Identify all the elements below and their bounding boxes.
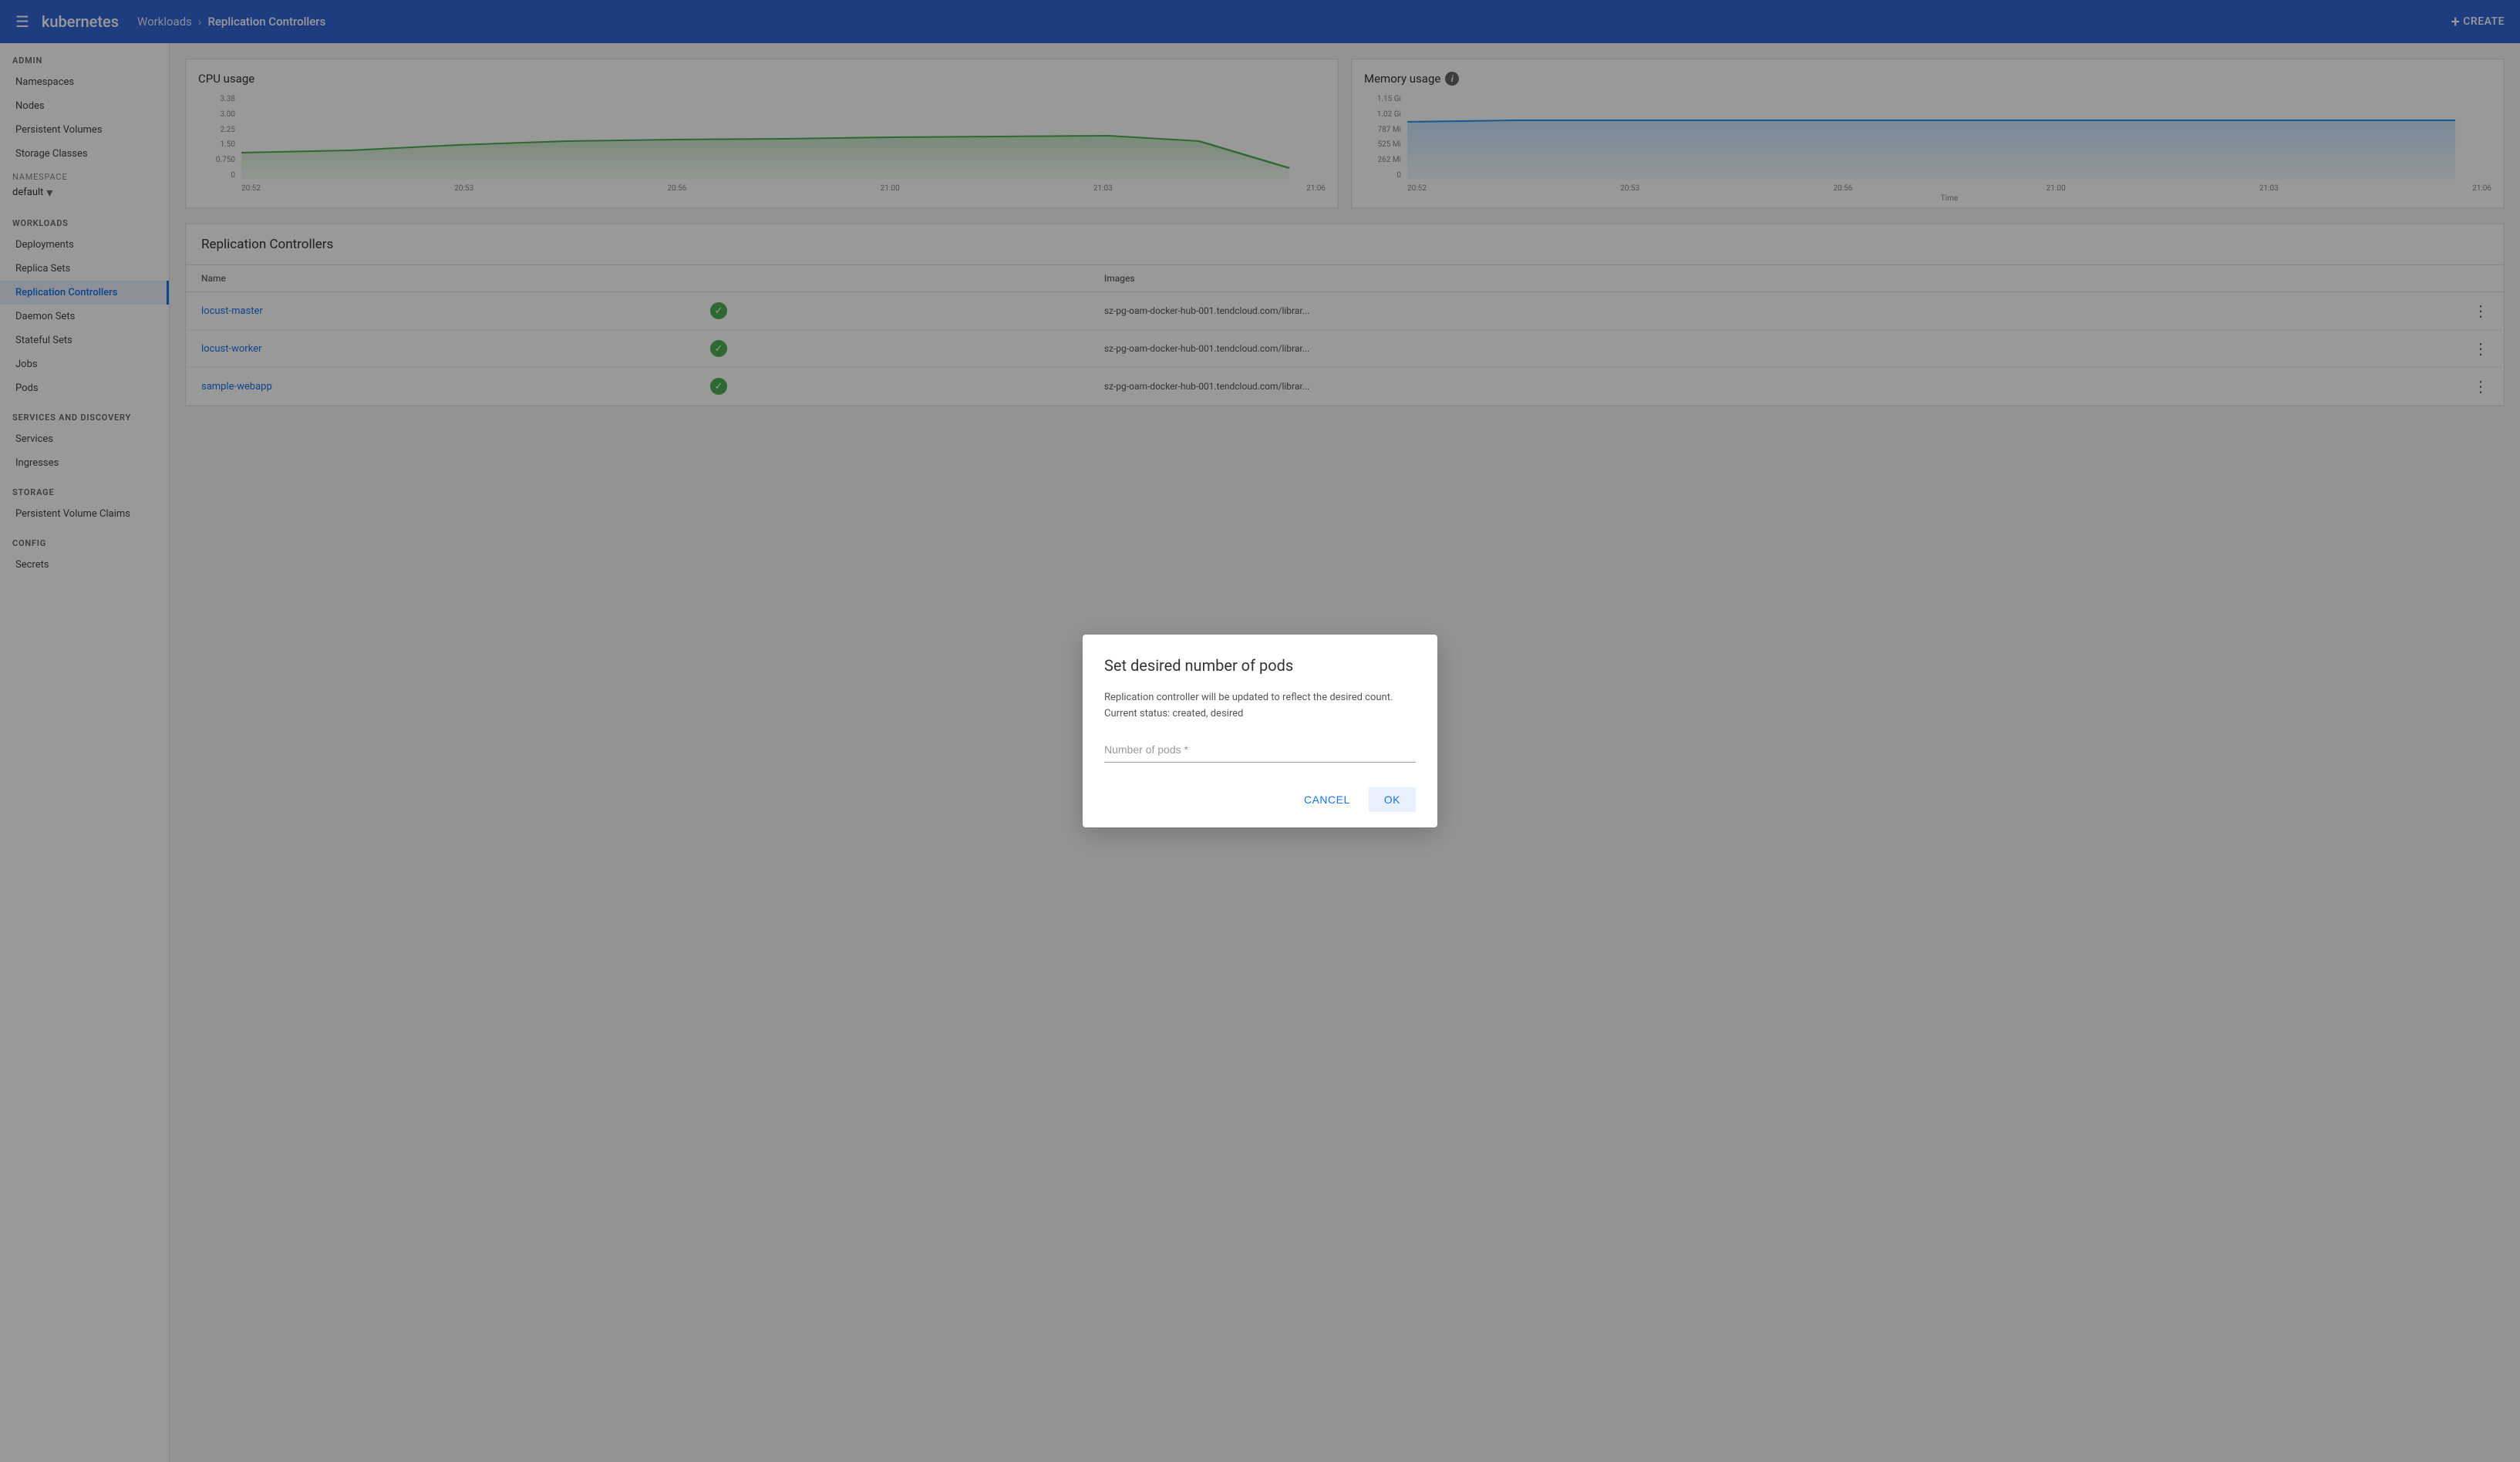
pods-input[interactable] (1104, 740, 1416, 759)
pods-input-wrap (1104, 740, 1416, 763)
set-pods-dialog: Set desired number of pods Replication c… (1083, 635, 1437, 828)
dialog-description: Replication controller will be updated t… (1104, 690, 1416, 723)
ok-button[interactable]: OK (1369, 787, 1416, 812)
dialog-desc-line1: Replication controller will be updated t… (1104, 692, 1393, 703)
dialog-actions: CANCEL OK (1104, 787, 1416, 812)
cancel-button[interactable]: CANCEL (1292, 787, 1363, 812)
dialog-desc-line2: Current status: created, desired (1104, 708, 1243, 719)
dialog-title: Set desired number of pods (1104, 656, 1416, 675)
dialog-overlay[interactable]: Set desired number of pods Replication c… (0, 0, 2520, 1462)
